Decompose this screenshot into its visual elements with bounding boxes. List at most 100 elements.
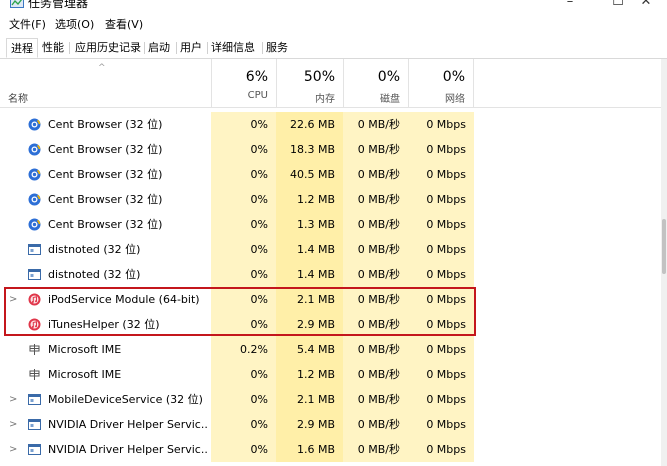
process-network: 0 Mbps: [408, 162, 474, 187]
menu-options[interactable]: 选项(O): [55, 16, 94, 32]
process-disk: 0 MB/秒: [343, 387, 408, 412]
tab-details[interactable]: 详细信息: [207, 38, 259, 58]
process-name: Cent Browser (32 位): [48, 193, 163, 206]
tab-app-history[interactable]: 应用历史记录: [71, 38, 145, 58]
process-name: Cent Browser (32 位): [48, 118, 163, 131]
network-header-label: 网络: [445, 94, 465, 105]
app-window-icon: [28, 244, 41, 255]
process-disk: 0 MB/秒: [343, 187, 408, 212]
tab-strip: 进程 性能 应用历史记录 启动 用户 详细信息 服务: [0, 36, 667, 59]
process-disk: 0 MB/秒: [343, 162, 408, 187]
cent-browser-icon: [28, 118, 41, 131]
process-row[interactable]: distnoted (32 位) 0% 1.4 MB 0 MB/秒 0 Mbps: [0, 262, 661, 287]
title-bar: 任务管理器 – ☐ ✕: [0, 0, 667, 14]
network-total-percent: 0%: [442, 69, 465, 85]
column-header-cpu[interactable]: 6% CPU: [211, 59, 276, 107]
process-name: Microsoft IME: [48, 343, 122, 356]
process-network: 0 Mbps: [408, 337, 474, 362]
menu-file[interactable]: 文件(F): [9, 16, 46, 32]
process-disk: 0 MB/秒: [343, 137, 408, 162]
memory-header-label: 内存: [315, 94, 335, 105]
process-cpu: 0%: [211, 262, 276, 287]
process-row[interactable]: Cent Browser (32 位) 0% 1.3 MB 0 MB/秒 0 Mbps: [0, 212, 661, 237]
process-network: 0 Mbps: [408, 237, 474, 262]
minimize-button[interactable]: –: [550, 0, 590, 11]
process-row[interactable]: distnoted (32 位) 0% 1.4 MB 0 MB/秒 0 Mbps: [0, 237, 661, 262]
process-memory: 40.5 MB: [276, 162, 343, 187]
column-header-network[interactable]: 0% 网络: [408, 59, 474, 107]
process-cpu: 0%: [211, 412, 276, 437]
column-header-name[interactable]: 名称: [8, 90, 28, 105]
process-cpu: 0%: [211, 362, 276, 387]
highlight-box: [4, 287, 476, 336]
vertical-scrollbar[interactable]: [661, 59, 667, 466]
process-network: 0 Mbps: [408, 412, 474, 437]
memory-total-percent: 50%: [303, 69, 335, 85]
process-row[interactable]: Cent Browser (32 位) 0% 18.3 MB 0 MB/秒 0 Mbps: [0, 137, 661, 162]
task-manager-icon: [10, 0, 24, 8]
tab-users[interactable]: 用户: [176, 38, 206, 58]
menu-bar: 文件(F) 选项(O) 查看(V): [0, 14, 667, 34]
process-cpu: 0%: [211, 187, 276, 212]
process-disk: 0 MB/秒: [343, 437, 408, 462]
process-row[interactable]: Microsoft IME 0% 1.2 MB 0 MB/秒 0 Mbps: [0, 362, 661, 387]
column-header-memory[interactable]: 50% 内存: [276, 59, 343, 107]
scrollbar-thumb[interactable]: [662, 219, 666, 274]
process-name: Cent Browser (32 位): [48, 168, 163, 181]
process-name: distnoted (32 位): [48, 243, 141, 256]
cpu-total-percent: 6%: [245, 69, 268, 85]
window-title: 任务管理器: [28, 0, 89, 10]
process-cpu: 0%: [211, 437, 276, 462]
process-memory: 1.6 MB: [276, 437, 343, 462]
tab-processes[interactable]: 进程: [6, 38, 38, 58]
process-disk: 0 MB/秒: [343, 237, 408, 262]
process-disk: 0 MB/秒: [343, 262, 408, 287]
process-name: Cent Browser (32 位): [48, 143, 163, 156]
process-disk: 0 MB/秒: [343, 412, 408, 437]
process-memory: 1.4 MB: [276, 262, 343, 287]
process-name: MobileDeviceService (32 位): [48, 393, 203, 406]
process-row[interactable]: Cent Browser (32 位) 0% 1.2 MB 0 MB/秒 0 Mbps: [0, 187, 661, 212]
cent-browser-icon: [28, 218, 41, 231]
close-button[interactable]: ✕: [626, 0, 666, 11]
column-header-disk[interactable]: 0% 磁盘: [343, 59, 408, 107]
process-cpu: 0%: [211, 162, 276, 187]
tab-startup[interactable]: 启动: [144, 38, 174, 58]
process-name: NVIDIA Driver Helper Servic...: [48, 443, 208, 456]
process-disk: 0 MB/秒: [343, 212, 408, 237]
process-disk: 0 MB/秒: [343, 337, 408, 362]
process-row[interactable]: Microsoft IME 0.2% 5.4 MB 0 MB/秒 0 Mbps: [0, 337, 661, 362]
expand-chevron-icon[interactable]: >: [9, 437, 17, 462]
app-window-icon: [28, 394, 41, 405]
process-row[interactable]: > NVIDIA Driver Helper Servic... 0% 2.9 MB 0…: [0, 412, 661, 437]
tab-performance[interactable]: 性能: [38, 38, 68, 58]
process-name: NVIDIA Driver Helper Servic...: [48, 418, 208, 431]
ime-icon: [29, 344, 40, 355]
process-row[interactable]: Cent Browser (32 位) 0% 40.5 MB 0 MB/秒 0 Mbps: [0, 162, 661, 187]
expand-chevron-icon[interactable]: >: [9, 387, 17, 412]
process-cpu: 0%: [211, 112, 276, 137]
ime-icon: [29, 369, 40, 380]
process-memory: 1.2 MB: [276, 362, 343, 387]
process-network: 0 Mbps: [408, 187, 474, 212]
process-row[interactable]: Cent Browser (32 位) 0% 22.6 MB 0 MB/秒 0 Mbps: [0, 112, 661, 137]
process-row[interactable]: > NVIDIA Driver Helper Servic... 0% 1.6 MB 0…: [0, 437, 661, 462]
process-network: 0 Mbps: [408, 387, 474, 412]
process-memory: 22.6 MB: [276, 112, 343, 137]
cent-browser-icon: [28, 193, 41, 206]
app-window-icon: [28, 444, 41, 455]
expand-chevron-icon[interactable]: >: [9, 412, 17, 437]
disk-header-label: 磁盘: [380, 94, 400, 105]
process-cpu: 0%: [211, 387, 276, 412]
tab-separator: [69, 42, 70, 54]
process-disk: 0 MB/秒: [343, 112, 408, 137]
menu-view[interactable]: 查看(V): [105, 16, 143, 32]
process-cpu: 0%: [211, 237, 276, 262]
cpu-header-label: CPU: [247, 90, 268, 101]
tab-services[interactable]: 服务: [262, 38, 292, 58]
process-memory: 5.4 MB: [276, 337, 343, 362]
disk-total-percent: 0%: [377, 69, 400, 85]
process-cpu: 0%: [211, 212, 276, 237]
column-header-row: ^ 名称 6% CPU 50% 内存 0% 磁盘 0% 网络: [0, 59, 661, 108]
process-row[interactable]: > MobileDeviceService (32 位) 0% 2.1 MB 0 MB/…: [0, 387, 661, 412]
